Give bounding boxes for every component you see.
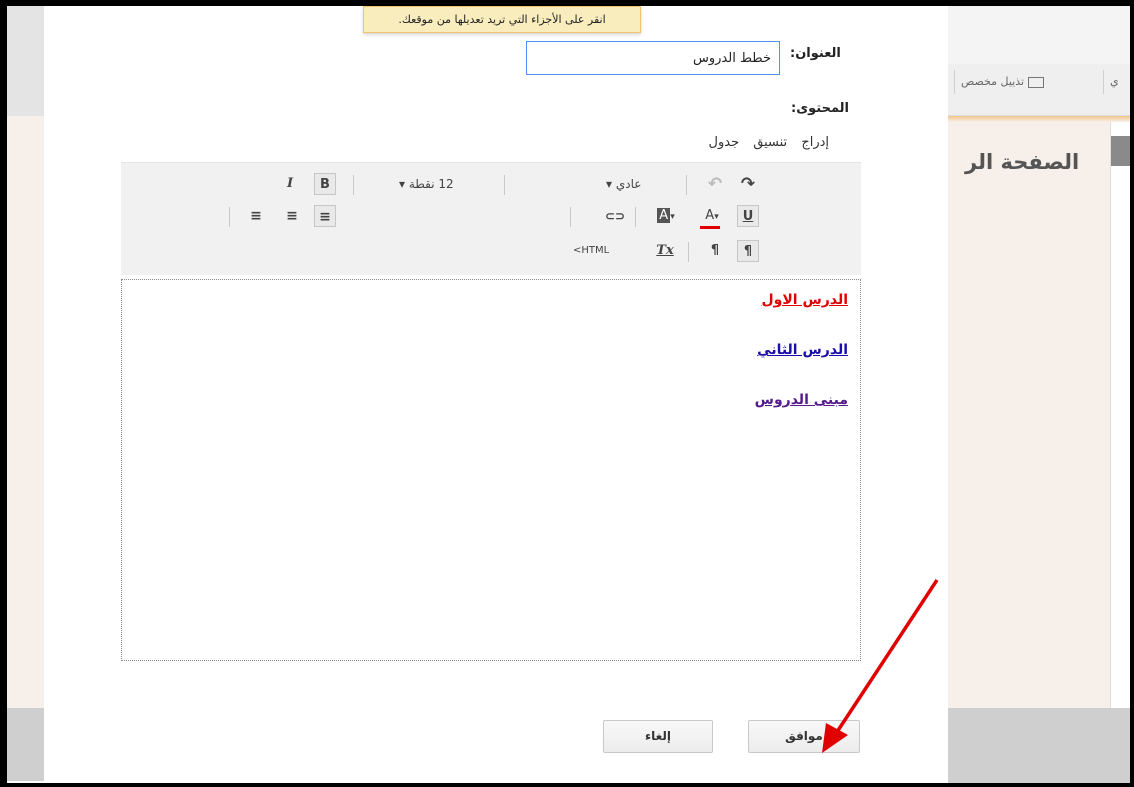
- menu-format[interactable]: تنسيق: [753, 135, 787, 150]
- toolbar-separator: [686, 175, 687, 195]
- background-left-footer: [7, 708, 44, 781]
- edit-hint-tooltip: انقر على الأجزاء التي تريد تعديلها من مو…: [363, 6, 641, 33]
- background-left-panel: [7, 6, 44, 781]
- content-link-lessons-building[interactable]: مبنى الدروس: [134, 392, 848, 408]
- chevron-down-icon: ▾: [670, 212, 675, 222]
- rtl-direction-icon[interactable]: ¶: [737, 240, 759, 262]
- editor-menubar: إدراج تنسيق جدول: [121, 124, 861, 162]
- content-link-lesson-1[interactable]: الدرس الاول: [134, 292, 848, 308]
- toolbar-separator: [353, 175, 354, 195]
- background-content: [948, 122, 1110, 708]
- background-left-content: [7, 116, 44, 708]
- background-custom-footer-label: تذييل مخصص: [961, 75, 1025, 88]
- paragraph-style-value: عادي: [615, 177, 642, 191]
- content-label: المحتوى:: [791, 101, 849, 116]
- title-label: العنوان:: [790, 46, 841, 61]
- toolbar-separator: [635, 207, 636, 227]
- italic-button[interactable]: I: [279, 173, 301, 195]
- background-add-icon[interactable]: [1111, 136, 1131, 166]
- background-color-button[interactable]: A ▾: [649, 205, 683, 227]
- menu-insert[interactable]: إدراج: [801, 135, 829, 150]
- html-view-button[interactable]: HTML>: [573, 245, 609, 256]
- menu-table[interactable]: جدول: [709, 135, 740, 150]
- align-left-icon[interactable]: ≡: [245, 205, 267, 227]
- chevron-down-icon: ▾: [399, 177, 406, 191]
- background-right-footer: [948, 708, 1130, 783]
- undo-icon[interactable]: ↶: [704, 173, 726, 195]
- redo-icon[interactable]: ↷: [737, 173, 759, 195]
- toolbar-separator: [504, 175, 505, 195]
- toolbar-separator: [688, 242, 689, 262]
- bold-button[interactable]: B: [314, 173, 336, 195]
- background-page-title: الصفحة الر: [965, 150, 1080, 174]
- background-color-icon: A: [657, 208, 671, 223]
- edit-html-dialog: انقر على الأجزاء التي تريد تعديلها من مو…: [44, 6, 948, 783]
- background-toolbar-separator: [954, 70, 955, 94]
- background-toolbar-separator-2: [1103, 70, 1104, 94]
- clear-formatting-icon[interactable]: Tx: [652, 240, 678, 262]
- text-color-icon: A: [705, 208, 715, 223]
- content-link-lesson-2[interactable]: الدرس الثاني: [134, 342, 848, 358]
- align-right-icon[interactable]: ≡: [314, 205, 336, 227]
- cancel-button[interactable]: إلغاء: [603, 720, 713, 753]
- editor-content-area[interactable]: الدرس الاول الدرس الثاني مبنى الدروس: [121, 279, 861, 661]
- editor-toolbar: ↷ ↶ عادي ▾ 12 نقطة ▾ B I U A▾ A ▾ ⊂⊃ ≡ ≡…: [121, 162, 861, 275]
- text-color-button[interactable]: A▾: [697, 205, 727, 229]
- text-color-swatch: [700, 226, 720, 229]
- font-size-select[interactable]: 12 نقطة ▾: [399, 177, 454, 191]
- background-side-strip: [1110, 122, 1131, 708]
- font-size-value: 12 نقطة: [408, 177, 454, 191]
- ok-button[interactable]: موافق: [748, 720, 860, 753]
- rich-text-editor: إدراج تنسيق جدول ↷ ↶ عادي ▾ 12 نقطة ▾ B …: [121, 124, 861, 661]
- toolbar-separator: [570, 207, 571, 227]
- background-toolbar-item-cut[interactable]: ي: [1110, 75, 1119, 88]
- background-custom-footer-button[interactable]: تذييل مخصص: [961, 75, 1045, 88]
- background-right-panel: [948, 6, 1131, 783]
- title-input[interactable]: [526, 41, 780, 75]
- chevron-down-icon: ▾: [714, 212, 719, 222]
- align-center-icon[interactable]: ≡: [281, 205, 303, 227]
- toolbar-separator: [229, 207, 230, 227]
- paragraph-style-select[interactable]: عادي ▾: [606, 177, 641, 191]
- chevron-down-icon: ▾: [606, 177, 613, 191]
- link-icon[interactable]: ⊂⊃: [601, 205, 629, 227]
- ltr-direction-icon[interactable]: ¶: [704, 240, 726, 262]
- footer-layout-icon: [1028, 76, 1045, 88]
- background-toolbar-item-cut-label: ي: [1110, 75, 1119, 88]
- underline-button[interactable]: U: [737, 205, 759, 227]
